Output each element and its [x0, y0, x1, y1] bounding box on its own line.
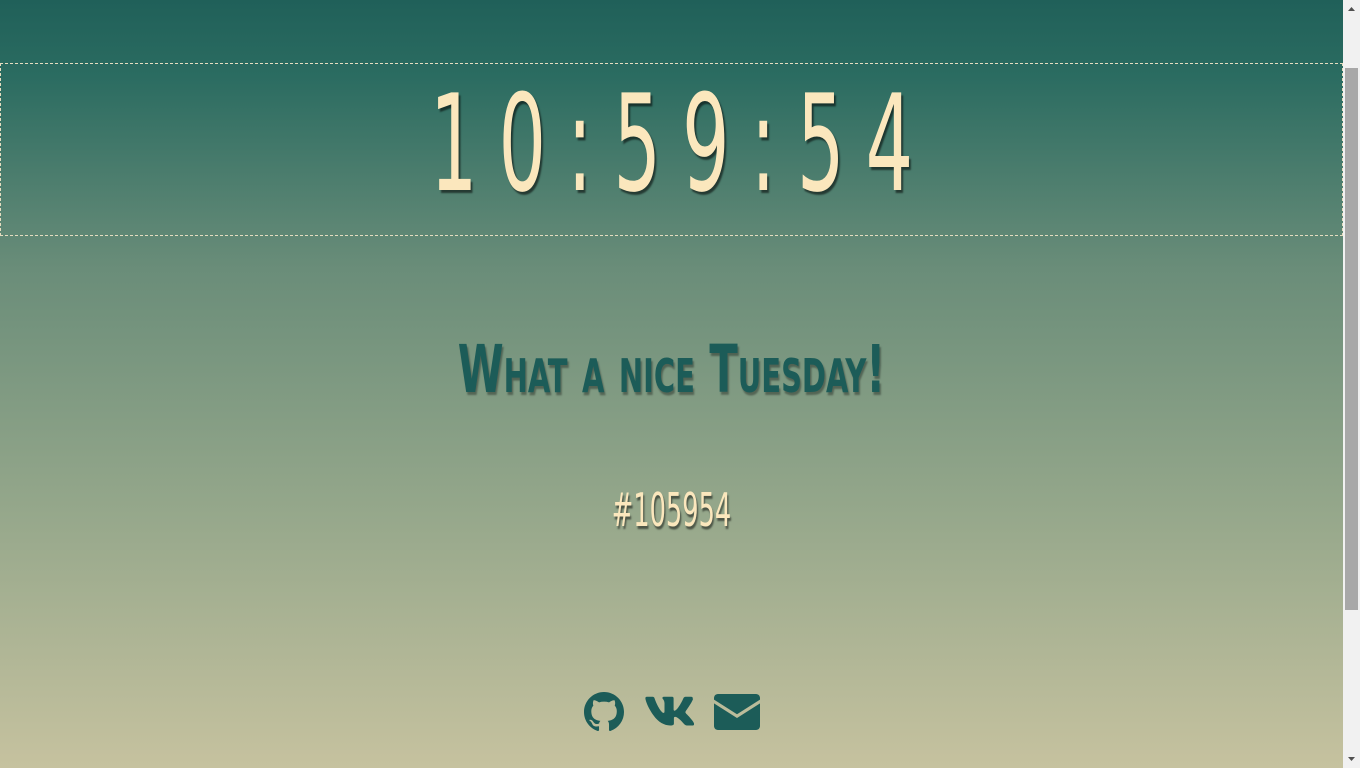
vk-icon [644, 696, 694, 726]
social-links [0, 690, 1343, 734]
scroll-up-arrow-icon[interactable] [1343, 0, 1360, 17]
clock-time: 10:59:54 [429, 66, 935, 222]
github-link[interactable] [583, 692, 624, 732]
vk-link[interactable] [644, 695, 694, 729]
vertical-scrollbar[interactable] [1343, 0, 1360, 768]
color-code: #105954 [611, 483, 732, 537]
email-link[interactable] [713, 694, 760, 730]
scroll-down-arrow-icon[interactable] [1343, 751, 1360, 768]
page-background: 10:59:54 What a nice Tuesday! #105954 [0, 0, 1343, 768]
github-icon [583, 692, 624, 732]
scrollbar-thumb[interactable] [1345, 68, 1358, 610]
day-greeting: What a nice Tuesday! [457, 331, 886, 408]
clock-container: 10:59:54 [0, 63, 1343, 236]
envelope-icon [713, 694, 760, 730]
